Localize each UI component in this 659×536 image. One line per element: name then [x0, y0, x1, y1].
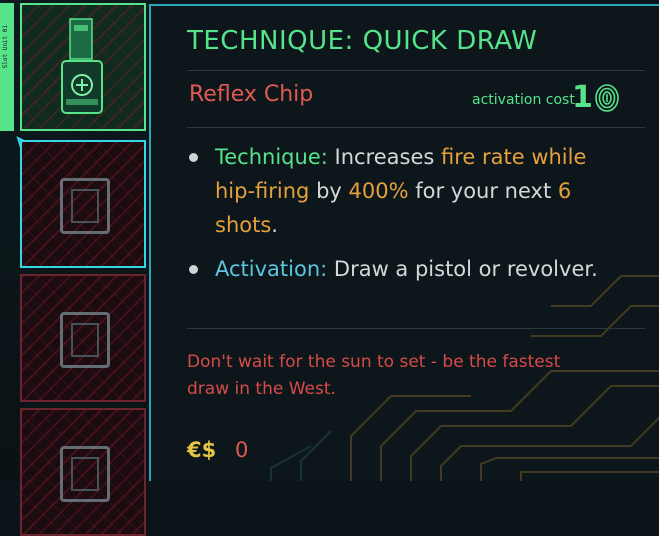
bullet-keyword: Technique:	[215, 145, 328, 169]
chip-category: Reflex Chip	[189, 82, 314, 107]
bullet-activation: Activation: Draw a pistol or revolver.	[189, 252, 609, 286]
chip-slot-column: Slot Unit 01	[0, 0, 150, 536]
bullet-text: Activation: Draw a pistol or revolver.	[215, 252, 609, 286]
body-text: Increases	[327, 145, 441, 169]
chip-slot-selected[interactable]	[20, 140, 146, 268]
bullet-text: Technique: Increases fire rate while hip…	[215, 140, 609, 242]
divider	[187, 127, 645, 128]
bullet-dot-icon	[189, 153, 198, 162]
fingerprint-icon	[595, 84, 619, 112]
rail-text: Slot Unit 01	[2, 25, 9, 69]
chip-slot-empty[interactable]	[20, 274, 146, 402]
flavor-text: Don't wait for the sun to set - be the f…	[187, 352, 561, 399]
chip-socket-icon	[60, 446, 110, 502]
eurodollar-icon: €$	[187, 438, 217, 462]
chip-slot-empty[interactable]	[20, 408, 146, 536]
body-text: for your next	[408, 179, 558, 203]
activation-cost-label: activation cost	[472, 92, 575, 108]
bullet-keyword: Activation:	[215, 257, 328, 281]
divider	[187, 70, 645, 71]
circuit-background	[270, 275, 659, 481]
bullet-dot-icon	[189, 265, 198, 274]
tooltip-panel: TECHNIQUE: QUICK DRAW Reflex Chip activa…	[149, 4, 659, 481]
divider	[187, 328, 645, 329]
chip-title: TECHNIQUE: QUICK DRAW	[187, 26, 538, 56]
chip-socket-icon	[60, 312, 110, 368]
chip-socket-icon	[60, 178, 110, 234]
bullet-technique: Technique: Increases fire rate while hip…	[189, 140, 609, 242]
equipped-slot-rail: Slot Unit 01	[0, 3, 14, 131]
activation-cost-value: 1	[572, 80, 593, 115]
body-text: Draw a pistol or revolver.	[327, 257, 598, 281]
highlight-text: 400%	[348, 179, 409, 203]
chip-slot-equipped[interactable]	[20, 3, 146, 131]
body-text: .	[271, 213, 278, 237]
body-text: by	[309, 179, 349, 203]
price-value: 0	[235, 438, 249, 462]
reflex-chip-icon	[61, 18, 103, 114]
